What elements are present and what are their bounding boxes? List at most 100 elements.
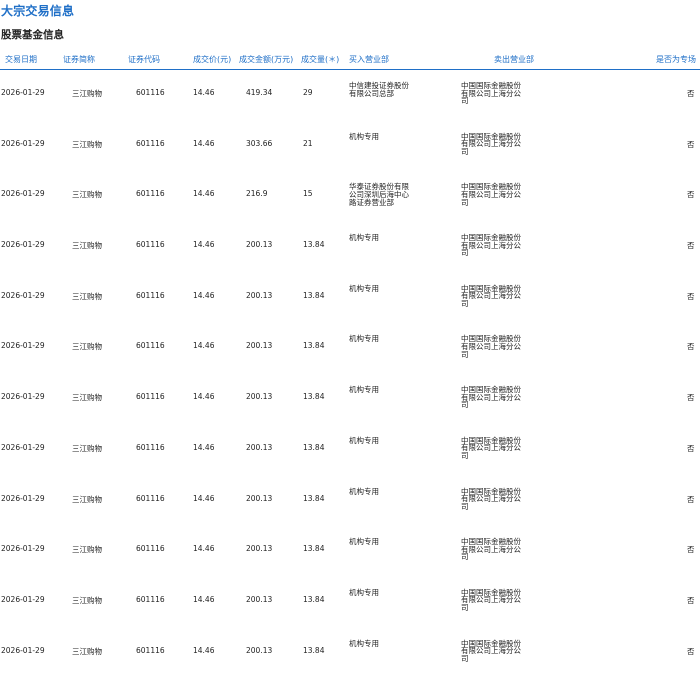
cell-name: 三江购物	[72, 646, 102, 656]
cell-flag: 否	[687, 545, 695, 555]
cell-buyer: 机构专用	[349, 233, 379, 243]
table-row: 2026-01-29 三江购物 601116 14.46 200.13 13.84 机构专用…	[0, 476, 700, 527]
cell-code: 601116	[136, 290, 165, 300]
cell-volume: 13.84	[303, 544, 325, 554]
cell-name: 三江购物	[72, 595, 102, 605]
cell-seller: 中国国际金融股份有限公司上海分公司	[461, 334, 521, 359]
cell-code: 601116	[136, 392, 165, 402]
cell-name: 三江购物	[72, 190, 102, 200]
cell-volume: 13.84	[303, 645, 325, 655]
cell-volume: 13.84	[303, 594, 325, 604]
cell-code: 601116	[136, 442, 165, 452]
cell-seller: 中国国际金融股份有限公司上海分公司	[461, 131, 521, 156]
cell-volume: 13.84	[303, 240, 325, 250]
cell-name: 三江购物	[72, 545, 102, 555]
header-flag: 是否为专场	[656, 55, 696, 64]
cell-price: 14.46	[193, 493, 215, 503]
cell-volume: 13.84	[303, 341, 325, 351]
cell-code: 601116	[136, 240, 165, 250]
cell-buyer: 机构专用	[349, 486, 379, 496]
cell-date: 2026-01-29	[1, 392, 45, 402]
cell-date: 2026-01-29	[1, 189, 45, 199]
cell-date: 2026-01-29	[1, 88, 45, 97]
cell-price: 14.46	[193, 594, 215, 604]
cell-seller: 中国国际金融股份有限公司上海分公司	[461, 537, 521, 562]
cell-amount: 200.13	[246, 240, 273, 250]
cell-name: 三江购物	[72, 342, 102, 352]
cell-date: 2026-01-29	[1, 290, 45, 300]
cell-amount: 419.34	[246, 88, 273, 97]
cell-amount: 200.13	[246, 392, 273, 402]
cell-name: 三江购物	[72, 241, 102, 251]
header-price: 成交价(元)	[193, 55, 232, 64]
cell-amount: 200.13	[246, 493, 273, 503]
cell-volume: 13.84	[303, 493, 325, 503]
cell-date: 2026-01-29	[1, 138, 45, 148]
cell-date: 2026-01-29	[1, 645, 45, 655]
cell-price: 14.46	[193, 138, 215, 148]
cell-date: 2026-01-29	[1, 442, 45, 452]
cell-amount: 216.9	[246, 189, 268, 199]
cell-buyer: 机构专用	[349, 435, 379, 445]
table-header: 交易日期 证券简称 证券代码 成交价(元) 成交金额(万元) 成交量(＊) 买入…	[0, 51, 700, 70]
header-code: 证券代码	[128, 55, 160, 64]
cell-name: 三江购物	[72, 291, 102, 301]
cell-code: 601116	[136, 88, 165, 97]
cell-amount: 200.13	[246, 341, 273, 351]
cell-amount: 200.13	[246, 594, 273, 604]
cell-buyer: 机构专用	[349, 385, 379, 395]
cell-price: 14.46	[193, 442, 215, 452]
cell-volume: 29	[303, 88, 313, 97]
cell-seller: 中国国际金融股份有限公司上海分公司	[461, 283, 521, 308]
cell-date: 2026-01-29	[1, 341, 45, 351]
cell-buyer: 机构专用	[349, 334, 379, 344]
cell-price: 14.46	[193, 88, 215, 97]
cell-volume: 13.84	[303, 392, 325, 402]
cell-amount: 200.13	[246, 290, 273, 300]
cell-flag: 否	[687, 89, 695, 98]
table-row: 2026-01-29 三江购物 601116 14.46 303.66 21 机构专用 中国国…	[0, 121, 700, 172]
cell-buyer: 机构专用	[349, 638, 379, 648]
cell-buyer: 华泰证券股份有限公司深圳后海中心路证券营业部	[349, 182, 409, 207]
section-title: 股票基金信息	[1, 29, 64, 41]
header-buyer: 买入营业部	[349, 55, 389, 64]
cell-seller: 中国国际金融股份有限公司上海分公司	[461, 638, 521, 663]
cell-price: 14.46	[193, 341, 215, 351]
cell-seller: 中国国际金融股份有限公司上海分公司	[461, 587, 521, 613]
cell-amount: 200.13	[246, 544, 273, 554]
cell-buyer: 机构专用	[349, 283, 379, 293]
cell-price: 14.46	[193, 645, 215, 655]
cell-volume: 13.84	[303, 442, 325, 452]
cell-flag: 否	[687, 342, 695, 352]
table-body: 2026-01-29 三江购物 601116 14.46 419.34 29 中信建投证券股…	[0, 70, 700, 678]
cell-amount: 303.66	[246, 138, 273, 148]
cell-seller: 中国国际金融股份有限公司上海分公司	[461, 486, 521, 511]
header-amount: 成交金额(万元)	[239, 55, 294, 64]
table-row: 2026-01-29 三江购物 601116 14.46 200.13 13.84 机构专用…	[0, 425, 700, 476]
cell-code: 601116	[136, 544, 165, 554]
cell-seller: 中国国际金融股份有限公司上海分公司	[461, 435, 521, 460]
page-title: 大宗交易信息	[1, 4, 75, 18]
table-row: 2026-01-29 三江购物 601116 14.46 200.13 13.84 机构专用…	[0, 628, 700, 678]
cell-flag: 否	[687, 241, 695, 251]
cell-flag: 否	[687, 646, 695, 656]
cell-buyer: 机构专用	[349, 587, 379, 597]
table-row: 2026-01-29 三江购物 601116 14.46 200.13 13.84 机构专用…	[0, 323, 700, 374]
cell-date: 2026-01-29	[1, 544, 45, 554]
header-volume: 成交量(＊)	[301, 55, 340, 64]
table-row: 2026-01-29 三江购物 601116 14.46 419.34 29 中信建投证券股…	[0, 70, 700, 121]
cell-flag: 否	[687, 393, 695, 403]
cell-date: 2026-01-29	[1, 240, 45, 250]
table-row: 2026-01-29 三江购物 601116 14.46 200.13 13.84 机构专用…	[0, 374, 700, 425]
cell-price: 14.46	[193, 392, 215, 402]
cell-buyer: 中信建投证券股份有限公司总部	[349, 81, 409, 98]
cell-price: 14.46	[193, 240, 215, 250]
header-name: 证券简称	[63, 55, 95, 64]
cell-seller: 中国国际金融股份有限公司上海分公司	[461, 81, 521, 106]
cell-flag: 否	[687, 494, 695, 504]
cell-volume: 15	[303, 189, 313, 199]
cell-flag: 否	[687, 595, 695, 605]
table-row: 2026-01-29 三江购物 601116 14.46 200.13 13.84 机构专用…	[0, 526, 700, 577]
cell-code: 601116	[136, 138, 165, 148]
table-row: 2026-01-29 三江购物 601116 14.46 200.13 13.84 机构专用…	[0, 222, 700, 273]
